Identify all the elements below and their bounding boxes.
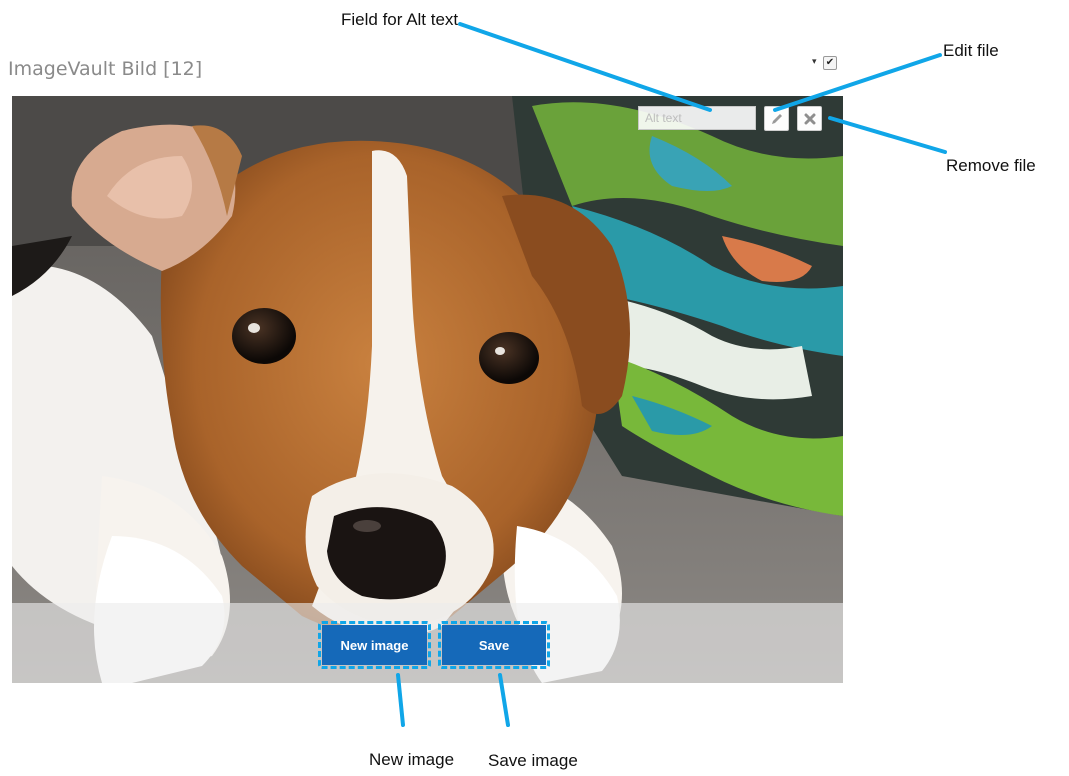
annotation-new-image: New image [369,750,455,769]
callout-lines [396,22,947,727]
annotation-save-image: Save image [488,751,578,770]
annotation-remove-file: Remove file [946,156,1036,175]
annotation-alt-text-field: Field for Alt text [341,10,459,29]
annotation-edit-file: Edit file [943,41,999,60]
